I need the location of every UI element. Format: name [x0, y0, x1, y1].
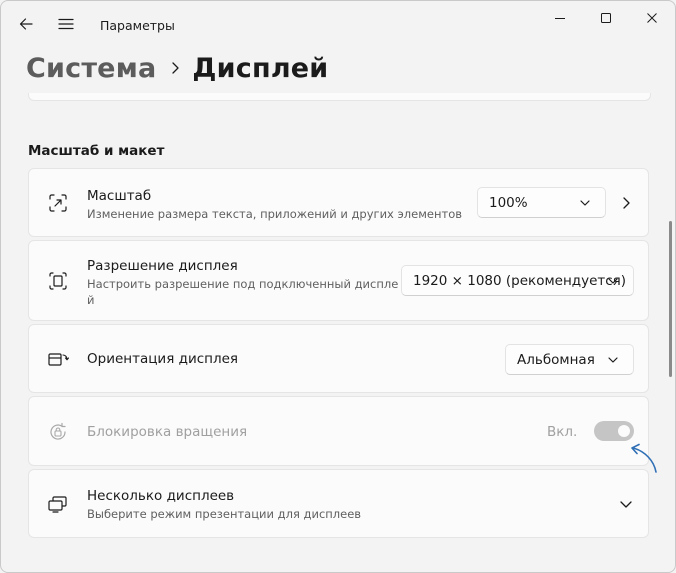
- scale-icon: [46, 191, 70, 215]
- orientation-title: Ориентация дисплея: [87, 351, 239, 367]
- rotation-lock-title: Блокировка вращения: [87, 424, 248, 440]
- resolution-icon: [46, 269, 70, 293]
- multiple-displays-subtitle: Выберите режим презентации для дисплеев: [87, 507, 362, 521]
- minimize-button[interactable]: [537, 5, 583, 31]
- scale-dropdown[interactable]: 100%: [477, 187, 606, 218]
- maximize-button[interactable]: [583, 5, 629, 31]
- resolution-subtitle-line2: й: [87, 293, 95, 307]
- back-button[interactable]: [13, 11, 39, 37]
- scale-dropdown-value: 100%: [489, 194, 528, 211]
- maximize-icon: [601, 13, 611, 23]
- multiple-displays-icon: [46, 492, 70, 516]
- resolution-setting-card: Разрешение дисплея Настроить разрешение …: [28, 240, 649, 321]
- breadcrumb-parent-link[interactable]: Система: [26, 53, 156, 84]
- rotation-lock-state-label: Вкл.: [547, 424, 578, 440]
- chevron-down-icon: [580, 200, 590, 206]
- resolution-subtitle-line1: Настроить разрешение под подключенный ди…: [87, 277, 399, 291]
- annotation-arrow-icon: [631, 443, 657, 473]
- orientation-icon: [46, 347, 70, 371]
- title-bar: Параметры: [1, 1, 675, 49]
- orientation-dropdown[interactable]: Альбомная: [505, 344, 634, 375]
- chevron-right-icon[interactable]: [619, 196, 633, 210]
- previous-card: [28, 93, 651, 101]
- settings-window: Параметры Система Дисплей Масштаб и маке…: [0, 0, 676, 573]
- resolution-dropdown-value: 1920 × 1080 (рекомендуется): [413, 272, 627, 289]
- page-title: Дисплей: [192, 52, 329, 84]
- settings-content: Масштаб и макет Масштаб Изменение размер…: [1, 93, 675, 572]
- close-icon: [647, 13, 657, 23]
- chevron-down-icon[interactable]: [619, 497, 633, 511]
- resolution-title: Разрешение дисплея: [87, 258, 238, 274]
- rotation-lock-setting-card: Блокировка вращения Вкл.: [28, 396, 649, 466]
- toggle-knob: [618, 425, 630, 437]
- chevron-down-icon: [608, 278, 618, 284]
- resolution-dropdown[interactable]: 1920 × 1080 (рекомендуется): [401, 265, 634, 296]
- scale-subtitle: Изменение размера текста, приложений и д…: [87, 207, 463, 221]
- scrollbar-thumb[interactable]: [669, 221, 672, 377]
- scale-setting-card[interactable]: Масштаб Изменение размера текста, прилож…: [28, 168, 649, 237]
- orientation-dropdown-value: Альбомная: [517, 351, 595, 368]
- chevron-right-icon: [170, 61, 180, 75]
- breadcrumb: Система Дисплей: [26, 48, 328, 88]
- chevron-down-icon: [608, 357, 618, 363]
- minimize-icon: [555, 18, 565, 19]
- section-title: Масштаб и макет: [28, 143, 165, 159]
- multiple-displays-setting-card[interactable]: Несколько дисплеев Выберите режим презен…: [28, 469, 649, 538]
- rotation-lock-icon: [46, 420, 70, 444]
- hamburger-menu-icon: [58, 18, 74, 30]
- back-arrow-icon: [19, 18, 33, 30]
- orientation-setting-card: Ориентация дисплея Альбомная: [28, 324, 649, 393]
- close-button[interactable]: [629, 5, 675, 31]
- scale-title: Масштаб: [87, 188, 152, 204]
- navigation-menu-button[interactable]: [53, 11, 79, 37]
- app-title: Параметры: [100, 18, 175, 33]
- multiple-displays-title: Несколько дисплеев: [87, 488, 235, 504]
